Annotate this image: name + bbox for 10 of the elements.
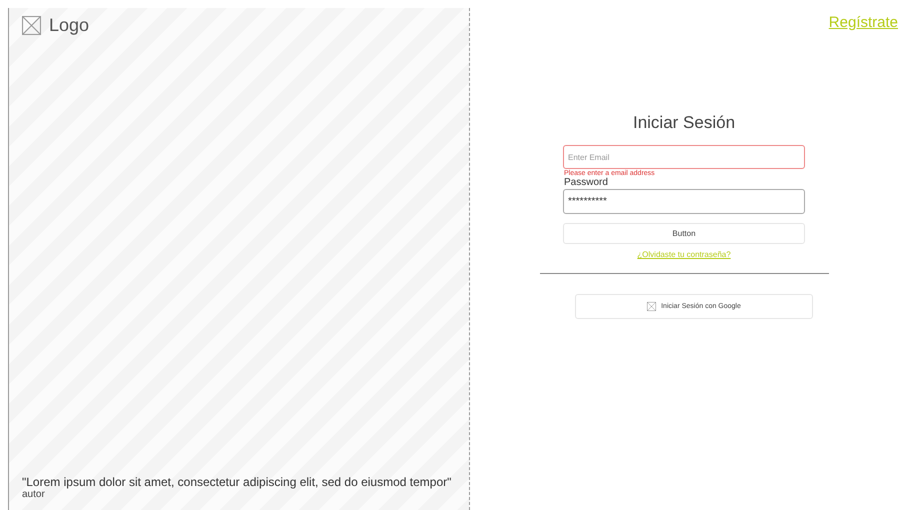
login-title: Iniciar Sesión: [632, 113, 736, 133]
submit-button[interactable]: Button: [563, 223, 805, 244]
password-label: Password: [564, 177, 609, 188]
password-field[interactable]: **********: [563, 189, 805, 214]
logo-text: Logo: [49, 15, 90, 36]
quote-text: "Lorem ipsum dolor sit amet, consectetur adipiscing elit, sed do eiusmod tempor": [22, 475, 452, 489]
image-placeholder-icon: [22, 16, 41, 35]
image-placeholder-icon: [647, 302, 656, 311]
quote-author: autor: [22, 489, 46, 500]
email-field[interactable]: Enter Email: [563, 145, 805, 169]
